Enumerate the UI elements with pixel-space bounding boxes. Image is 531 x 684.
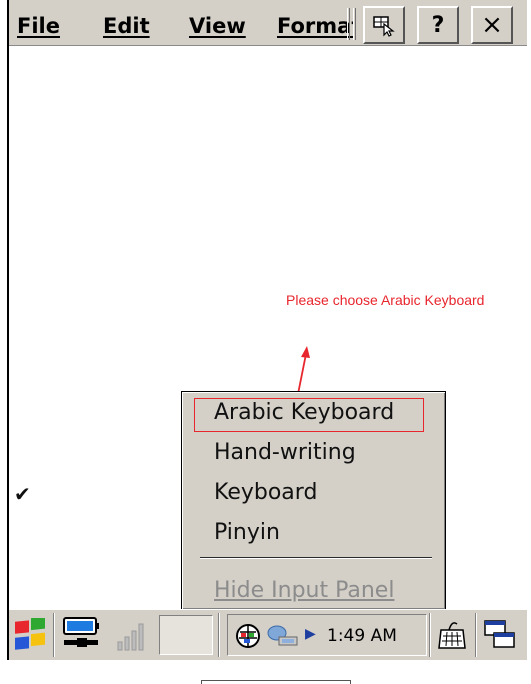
taskbar-separator xyxy=(218,613,220,657)
help-button[interactable]: ? xyxy=(417,6,459,44)
empty-taskbar-slot[interactable] xyxy=(159,615,213,655)
menu-format-clip: Format xyxy=(277,0,353,46)
menu-bar: File Edit View Format ? × xyxy=(9,0,527,46)
menu-edit[interactable]: Edit xyxy=(103,14,150,38)
menu-item-hide-input-panel[interactable]: Hide Input Panel xyxy=(214,578,394,603)
signal-strength-icon[interactable] xyxy=(115,620,149,652)
close-button[interactable]: × xyxy=(471,6,513,44)
help-label: ? xyxy=(431,12,445,38)
annotation-arrow-icon xyxy=(297,346,310,395)
input-panel-button[interactable] xyxy=(363,6,405,44)
network-globe-icon[interactable] xyxy=(235,623,261,649)
desktop-windows-icon[interactable] xyxy=(483,619,517,651)
input-panel-icon xyxy=(373,16,395,37)
menu-item-pinyin[interactable]: Pinyin xyxy=(214,520,280,545)
bottom-outline xyxy=(201,680,351,684)
menu-file[interactable]: File xyxy=(17,14,60,38)
menu-item-keyboard[interactable]: Keyboard xyxy=(214,480,317,505)
connection-icon[interactable] xyxy=(265,624,299,648)
tray-arrow-icon[interactable]: ▶ xyxy=(305,626,316,642)
menu-item-arabic-keyboard[interactable]: Arabic Keyboard xyxy=(214,400,394,425)
menu-item-hand-writing[interactable]: Hand-writing xyxy=(214,440,356,465)
battery-power-icon[interactable] xyxy=(61,616,101,654)
menu-separator xyxy=(200,557,432,559)
taskbar-separator xyxy=(429,613,431,657)
checkmark-icon: ✔ xyxy=(14,482,31,506)
menu-format[interactable]: Format xyxy=(277,14,353,38)
menu-view[interactable]: View xyxy=(189,14,246,38)
toolbar-grip[interactable] xyxy=(347,8,350,40)
device-left-border xyxy=(7,0,9,660)
taskbar: ▶ 1:49 AM xyxy=(9,609,527,660)
hide-label: Hide Input Panel xyxy=(214,578,395,603)
taskbar-separator xyxy=(475,613,477,657)
windows-start-icon[interactable] xyxy=(13,618,49,652)
taskbar-clock[interactable]: 1:49 AM xyxy=(327,626,397,646)
annotation-text: Please choose Arabic Keyboard xyxy=(286,292,485,308)
toolbar-grip[interactable] xyxy=(353,8,356,40)
keyboard-icon[interactable] xyxy=(435,618,469,652)
input-method-menu: Arabic Keyboard Hand-writing Keyboard Pi… xyxy=(181,391,446,610)
taskbar-separator xyxy=(53,613,55,657)
close-icon: × xyxy=(481,10,503,40)
